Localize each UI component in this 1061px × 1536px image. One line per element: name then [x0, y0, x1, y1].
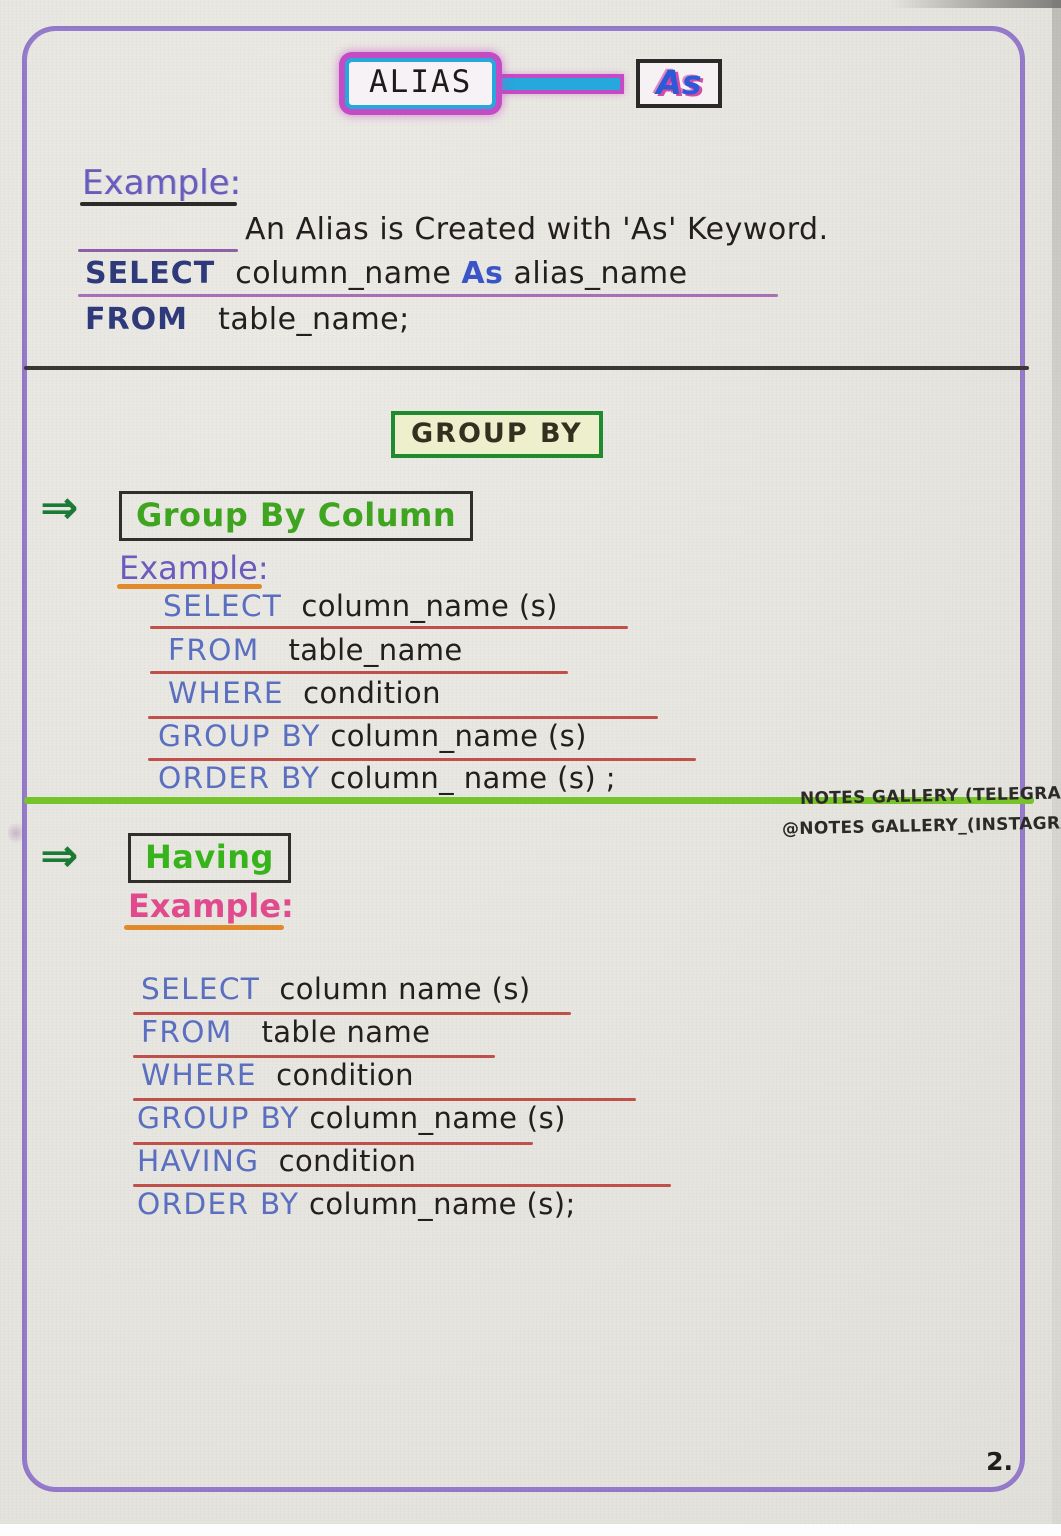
ink-smudge [8, 820, 24, 846]
notebook-page: ALIAS As Example: An Alias is Created wi… [0, 0, 1061, 1536]
groupby-code-value-4: column_name (s) [330, 719, 587, 753]
photo-right-edge [1052, 0, 1061, 1536]
having-code-line-2: FROM table name [141, 1015, 431, 1049]
having-code-keyword-4: GROUP BY [137, 1101, 300, 1135]
having-code-line-1: SELECT column name (s) [141, 972, 531, 1006]
having-code-line-4: GROUP BY column_name (s) [137, 1101, 566, 1135]
alias-code-line-2: FROM table_name; [85, 302, 410, 337]
having-code-keyword-1: SELECT [141, 972, 261, 1006]
photo-top-edge [891, 0, 1061, 8]
having-example-label: Example: [128, 887, 294, 925]
photo-bottom-edge [0, 1524, 1061, 1536]
page-number: 2. [986, 1447, 1013, 1476]
having-code-keyword-3: WHERE [141, 1058, 257, 1092]
having-code-value-1: column name (s) [279, 972, 531, 1006]
groupby-code-value-3: condition [303, 676, 441, 710]
alias-code-value-1b: alias_name [503, 256, 688, 291]
alias-code-keyword-1: SELECT [85, 256, 216, 291]
alias-title-row: ALIAS As [345, 58, 722, 109]
groupby-code-line-3: WHERE condition [168, 676, 441, 710]
having-code-keyword-2: FROM [141, 1015, 233, 1049]
groupby-code-keyword-3: WHERE [168, 676, 284, 710]
alias-title-text: ALIAS [369, 64, 473, 100]
groupby-heading-text: GROUP BY [411, 418, 583, 449]
alias-example-underline [80, 202, 237, 206]
groupby-code-underline-2 [150, 671, 568, 674]
groupby-code-line-5: ORDER BY column_ name (s) ; [158, 761, 616, 795]
alias-code-as-highlight: As [461, 256, 504, 291]
arrow-right-icon-2: ⇒ [40, 828, 79, 882]
groupby-code-keyword-4: GROUP BY [158, 719, 321, 753]
alias-code-value-1a: column_name [235, 256, 462, 291]
having-code-value-5: condition [278, 1144, 417, 1178]
alias-code-line-1: SELECT column_name As alias_name [85, 256, 688, 291]
alias-description-sentence: An Alias is Created with 'As' Keyword. [245, 212, 829, 247]
alias-title-box: ALIAS [345, 58, 497, 109]
alias-code-underline-1 [78, 294, 778, 297]
having-code-value-6: column_name (s); [309, 1187, 576, 1221]
having-code-line-3: WHERE condition [141, 1058, 414, 1092]
section-divider-black [24, 366, 1029, 370]
having-code-line-6: ORDER BY column_name (s); [137, 1187, 576, 1221]
groupby-code-line-2: FROM table_name [168, 633, 463, 667]
groupby-code-keyword-5: ORDER BY [158, 761, 321, 795]
alias-code-value-2: table_name; [218, 302, 410, 337]
having-example-underline [124, 925, 284, 930]
groupby-code-keyword-1: SELECT [163, 589, 283, 623]
alias-code-keyword-2: FROM [85, 302, 188, 337]
having-title-text: Having [145, 838, 274, 876]
arrow-right-icon-1: ⇒ [40, 480, 79, 534]
groupby-column-title-text: Group By Column [136, 496, 457, 534]
having-title-box: Having [128, 833, 291, 884]
groupby-heading-box: GROUP BY [391, 411, 603, 459]
groupby-column-title-box: Group By Column [119, 491, 474, 542]
as-keyword-text: As [656, 63, 702, 102]
having-code-keyword-5: HAVING [137, 1144, 260, 1178]
alias-connector-line [502, 77, 621, 90]
having-code-value-4: column_name (s) [309, 1101, 566, 1135]
having-code-value-3: condition [276, 1058, 414, 1092]
groupby-code-value-5: column_ name (s) ; [330, 761, 616, 795]
groupby-code-value-1: column_name (s) [301, 589, 558, 623]
groupby-code-line-4: GROUP BY column_name (s) [158, 719, 587, 753]
groupby-code-keyword-2: FROM [168, 633, 260, 667]
having-code-keyword-6: ORDER BY [137, 1187, 300, 1221]
groupby-column-example-label: Example: [119, 549, 269, 587]
as-keyword-box: As [636, 59, 722, 108]
groupby-code-value-2: table_name [288, 633, 463, 667]
having-code-line-5: HAVING condition [137, 1144, 417, 1178]
having-code-value-2: table name [261, 1015, 431, 1049]
alias-select-underline [78, 249, 238, 252]
alias-example-label: Example: [82, 163, 241, 203]
groupby-code-line-1: SELECT column_name (s) [163, 589, 558, 623]
groupby-code-underline-1 [150, 626, 628, 629]
